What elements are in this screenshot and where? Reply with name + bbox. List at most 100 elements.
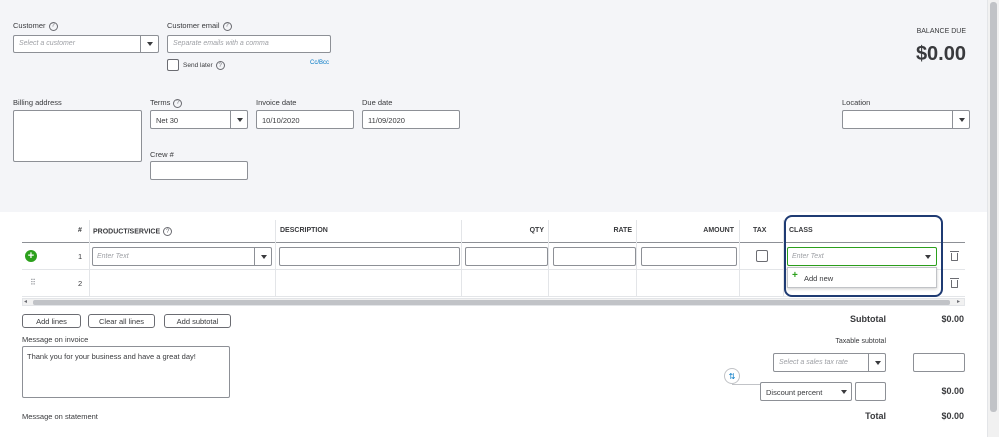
cc-bcc-link[interactable]: Cc/Bcc: [310, 60, 329, 66]
col-divider: [739, 220, 740, 297]
send-later-checkbox[interactable]: [167, 59, 179, 71]
sales-tax-rate-select[interactable]: Select a sales tax rate: [773, 353, 886, 372]
col-divider: [275, 220, 276, 297]
row-number: 1: [78, 252, 83, 261]
invoice-date-input[interactable]: 10/10/2020: [256, 110, 354, 129]
terms-select[interactable]: Net 30: [150, 110, 248, 129]
balance-due-label: BALANCE DUE: [916, 28, 966, 35]
message-statement-label: Message on statement: [22, 412, 98, 421]
terms-value: Net 30: [156, 116, 179, 125]
discount-type-select[interactable]: Discount percent: [760, 382, 852, 401]
customer-email-placeholder: Separate emails with a comma: [173, 40, 269, 47]
tax-checkbox[interactable]: [756, 250, 768, 262]
customer-email-label: Customer email?: [167, 21, 232, 31]
due-date-input[interactable]: 11/09/2020: [362, 110, 460, 129]
help-icon[interactable]: ?: [215, 61, 225, 70]
chevron-down-icon[interactable]: [841, 390, 847, 394]
connector-line: [732, 384, 760, 385]
customer-label-text: Customer: [13, 21, 46, 30]
help-icon[interactable]: ?: [222, 21, 232, 31]
message-invoice-value: Thank you for your business and have a g…: [27, 352, 196, 361]
chevron-down-icon[interactable]: [959, 118, 965, 122]
customer-select[interactable]: Select a customer: [13, 35, 159, 53]
rate-input[interactable]: [553, 247, 636, 266]
help-icon[interactable]: ?: [163, 227, 173, 236]
discount-value-input[interactable]: [855, 382, 886, 401]
discount-amount: $0.00: [941, 386, 964, 396]
total-label: Total: [865, 411, 886, 421]
vertical-scrollbar-thumb[interactable]: [990, 2, 997, 412]
sales-tax-amount-input[interactable]: [913, 353, 965, 372]
dropdown-separator: [254, 248, 255, 265]
chevron-down-icon[interactable]: [261, 255, 267, 259]
col-header-product-text: PRODUCT/SERVICE: [93, 228, 161, 236]
total-value: $0.00: [941, 411, 964, 421]
row-number: 2: [78, 279, 83, 288]
discount-type-value: Discount percent: [766, 388, 823, 397]
col-header-product: PRODUCT/SERVICE?: [93, 227, 173, 236]
amount-input[interactable]: [641, 247, 737, 266]
col-divider: [89, 220, 90, 297]
vertical-scrollbar[interactable]: [987, 0, 999, 437]
add-lines-button[interactable]: Add lines: [22, 314, 81, 328]
chevron-down-icon[interactable]: [237, 118, 243, 122]
crew-label: Crew #: [150, 150, 174, 159]
dropdown-separator: [868, 354, 869, 371]
scrollbar-thumb[interactable]: [33, 300, 950, 305]
drag-handle-icon[interactable]: ⠿: [30, 278, 36, 287]
swap-order-icon[interactable]: ⇅: [724, 368, 740, 384]
dropdown-separator: [952, 111, 953, 128]
dropdown-separator: [140, 36, 141, 52]
col-divider: [548, 220, 549, 297]
location-select[interactable]: [842, 110, 970, 129]
qty-input[interactable]: [465, 247, 548, 266]
scroll-right-icon[interactable]: ▸: [957, 299, 960, 305]
horizontal-scrollbar[interactable]: ◂ ▸: [22, 298, 965, 306]
class-column-highlight: [784, 215, 943, 297]
customer-email-label-text: Customer email: [167, 21, 220, 30]
help-icon[interactable]: ?: [48, 21, 58, 31]
col-header-num: #: [78, 227, 82, 234]
send-later-label-text: Send later: [183, 62, 213, 70]
location-label: Location: [842, 98, 871, 107]
col-header-amount: AMOUNT: [703, 227, 734, 234]
col-header-description: DESCRIPTION: [280, 227, 328, 234]
sales-tax-placeholder: Select a sales tax rate: [779, 359, 848, 366]
send-later-label: Send later?: [183, 61, 225, 70]
due-date-value: 11/09/2020: [368, 116, 405, 125]
customer-email-input[interactable]: Separate emails with a comma: [167, 35, 331, 53]
billing-address-input[interactable]: [13, 110, 142, 162]
chevron-down-icon[interactable]: [147, 42, 153, 46]
col-divider: [461, 220, 462, 297]
due-date-label: Due date: [362, 98, 393, 107]
subtotal-value: $0.00: [941, 314, 964, 324]
clear-all-lines-button[interactable]: Clear all lines: [88, 314, 155, 328]
add-subtotal-button[interactable]: Add subtotal: [164, 314, 231, 328]
invoice-date-label: Invoice date: [256, 98, 297, 107]
add-row-icon[interactable]: +: [25, 250, 37, 262]
invoice-date-value: 10/10/2020: [262, 116, 300, 125]
taxable-subtotal-label: Taxable subtotal: [835, 338, 886, 345]
terms-label-text: Terms: [150, 98, 171, 107]
description-input[interactable]: [279, 247, 460, 266]
subtotal-label: Subtotal: [850, 314, 886, 324]
col-header-rate: RATE: [613, 227, 632, 234]
col-header-qty: QTY: [529, 227, 544, 234]
balance-due-amount: $0.00: [915, 43, 966, 65]
col-header-tax: TAX: [753, 227, 767, 234]
trash-icon[interactable]: [950, 278, 959, 288]
billing-address-label: Billing address: [13, 98, 62, 107]
product-service-select[interactable]: Enter Text: [92, 247, 272, 266]
customer-label: Customer?: [13, 21, 58, 31]
message-invoice-textarea[interactable]: Thank you for your business and have a g…: [22, 346, 230, 398]
col-divider: [636, 220, 637, 297]
message-invoice-label: Message on invoice: [22, 335, 89, 344]
chevron-down-icon[interactable]: [875, 361, 881, 365]
product-placeholder: Enter Text: [97, 253, 129, 260]
help-icon[interactable]: ?: [173, 98, 183, 108]
dropdown-separator: [230, 111, 231, 128]
customer-placeholder: Select a customer: [19, 40, 76, 47]
scroll-left-icon[interactable]: ◂: [24, 299, 27, 305]
trash-icon[interactable]: [950, 251, 959, 261]
crew-input[interactable]: [150, 161, 248, 180]
